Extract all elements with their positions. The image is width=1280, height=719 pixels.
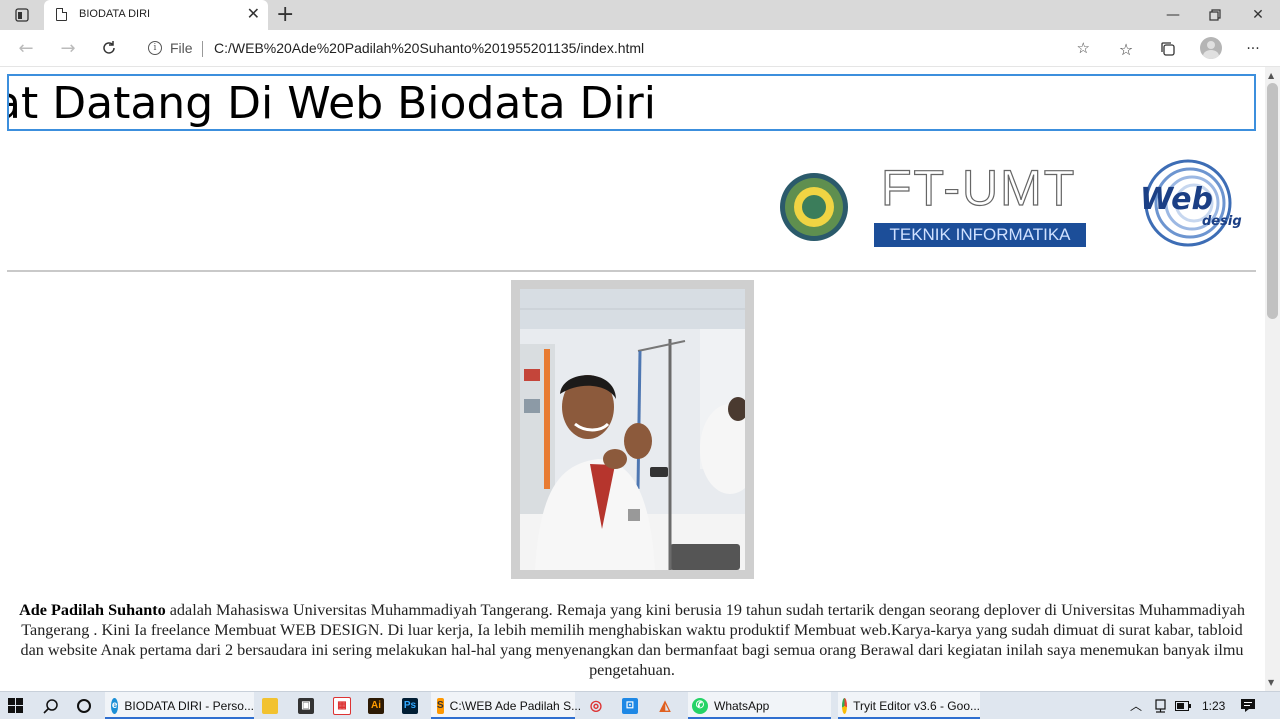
profile-photo-frame [511, 280, 754, 579]
info-icon[interactable]: i [148, 41, 162, 55]
tab-actions-icon [15, 8, 29, 22]
add-favorite-icon[interactable]: ☆ [1077, 39, 1090, 57]
restore-icon [1209, 9, 1221, 21]
task-view-button[interactable] [76, 692, 94, 719]
edge-icon: e [111, 697, 119, 714]
tab-actions-button[interactable] [8, 6, 36, 24]
browser-toolbar: ← → i File C:/WEB%20Ade%20Padilah%20Suha… [0, 30, 1280, 67]
header-logos: FT-UMT TEKNIK INFORMATIKA Web desig [0, 157, 1265, 252]
taskbar-sublime-window[interactable]: S C:\WEB Ade Padilah S... [431, 692, 581, 719]
more-options-icon[interactable]: ··· [1240, 38, 1266, 60]
web-logo-subtext: desig [1202, 214, 1242, 229]
address-prefix: File [170, 40, 193, 56]
address-bar[interactable]: i File C:/WEB%20Ade%20Padilah%20Suhanto%… [134, 33, 1100, 63]
scroll-up-icon[interactable]: ▲ [1268, 71, 1274, 80]
clock[interactable]: 1:23 [1202, 692, 1225, 719]
web-design-logo: Web desig [1130, 157, 1245, 249]
new-tab-button[interactable]: + [276, 3, 294, 27]
notifications-icon[interactable] [1240, 692, 1256, 719]
marquee-text: Selamat Datang Di Web Biodata Diri [9, 78, 656, 129]
taskbar-chrome-window[interactable]: Tryit Editor v3.6 - Goo... [838, 692, 980, 719]
favorites-icon[interactable]: ☆ [1113, 38, 1139, 60]
forward-button[interactable]: → [54, 36, 82, 60]
app-blue-button[interactable]: ⊡ [622, 692, 644, 719]
restore-button[interactable] [1194, 0, 1236, 30]
gift-icon: ▦ [333, 696, 351, 715]
cortana-icon [77, 698, 91, 713]
windows-icon [8, 698, 23, 713]
divider [7, 270, 1256, 272]
app-red-button[interactable]: ▦ [333, 692, 357, 719]
page-scrollbar[interactable]: ▲ ▼ [1265, 67, 1280, 691]
page-viewport: Selamat Datang Di Web Biodata Diri FT-UM… [0, 67, 1265, 691]
folder-icon [262, 697, 278, 714]
app-spiral-button[interactable]: ◎ [588, 692, 610, 719]
browser-tab[interactable]: BIODATA DIRI ✕ [44, 0, 268, 30]
close-tab-icon[interactable]: ✕ [247, 5, 260, 23]
ft-umt-logo: FT-UMT TEKNIK INFORMATIKA [873, 159, 1087, 247]
tab-strip: BIODATA DIRI ✕ + — ✕ [0, 0, 1280, 30]
chrome-icon [842, 697, 848, 714]
photoshop-button[interactable]: Ps [402, 692, 424, 719]
search-button[interactable] [43, 692, 61, 719]
close-window-button[interactable]: ✕ [1237, 0, 1279, 30]
show-hidden-icons[interactable]: ︿ [1130, 692, 1142, 719]
profile-avatar[interactable] [1200, 37, 1222, 59]
spiral-icon: ◎ [589, 697, 603, 713]
scrollbar-thumb[interactable] [1267, 83, 1278, 319]
minimize-button[interactable]: — [1152, 0, 1194, 30]
app-matlab-button[interactable]: ◭ [657, 692, 679, 719]
matlab-icon: ◭ [659, 697, 671, 713]
search-icon [43, 698, 58, 714]
scroll-down-icon[interactable]: ▼ [1268, 678, 1274, 687]
blue-app-icon: ⊡ [622, 697, 638, 714]
refresh-button[interactable] [95, 36, 123, 60]
tab-title: BIODATA DIRI [79, 8, 151, 20]
ft-umt-text: FT-UMT [880, 159, 1077, 216]
taskbar-edge-window[interactable]: e BIODATA DIRI - Perso... [105, 692, 254, 719]
welcome-marquee: Selamat Datang Di Web Biodata Diri [7, 74, 1256, 131]
teknik-informatika-band: TEKNIK INFORMATIKA [874, 223, 1086, 247]
taskbar-item-label: WhatsApp [714, 698, 770, 713]
illustrator-icon: Ai [368, 697, 384, 714]
illustrator-button[interactable]: Ai [368, 692, 390, 719]
photoshop-icon: Ps [402, 697, 418, 714]
taskbar: e BIODATA DIRI - Perso... ▣ ▦ Ai Ps S C:… [0, 691, 1280, 719]
store-button[interactable]: ▣ [298, 692, 320, 719]
bio-name: Ade Padilah Suhanto [19, 601, 166, 619]
sublime-icon: S [437, 697, 444, 714]
collections-glyph [1161, 42, 1175, 56]
store-icon: ▣ [298, 697, 314, 714]
file-explorer-button[interactable] [262, 692, 284, 719]
taskbar-item-label: Tryit Editor v3.6 - Goo... [853, 698, 980, 713]
address-separator [202, 41, 203, 57]
taskbar-whatsapp-window[interactable]: ✆ WhatsApp [688, 692, 831, 719]
taskbar-item-label: C:\WEB Ade Padilah S... [449, 698, 582, 713]
start-button[interactable] [8, 692, 28, 719]
web-logo-text: Web [1140, 182, 1213, 217]
bio-paragraph: Ade Padilah Suhanto adalah Mahasiswa Uni… [18, 600, 1246, 680]
profile-photo [520, 289, 745, 570]
bio-text: adalah Mahasiswa Universitas Muhammadiya… [20, 601, 1245, 679]
url-text[interactable]: C:/WEB%20Ade%20Padilah%20Suhanto%2019552… [214, 40, 644, 56]
back-button[interactable]: ← [12, 36, 40, 60]
battery-icon[interactable] [1175, 692, 1191, 719]
refresh-icon [103, 41, 115, 54]
whatsapp-icon: ✆ [692, 697, 708, 714]
umt-seal-logo [780, 173, 848, 241]
document-icon [56, 8, 67, 21]
network-icon[interactable] [1154, 692, 1167, 719]
collections-icon[interactable] [1155, 38, 1181, 60]
taskbar-item-label: BIODATA DIRI - Perso... [124, 698, 254, 713]
